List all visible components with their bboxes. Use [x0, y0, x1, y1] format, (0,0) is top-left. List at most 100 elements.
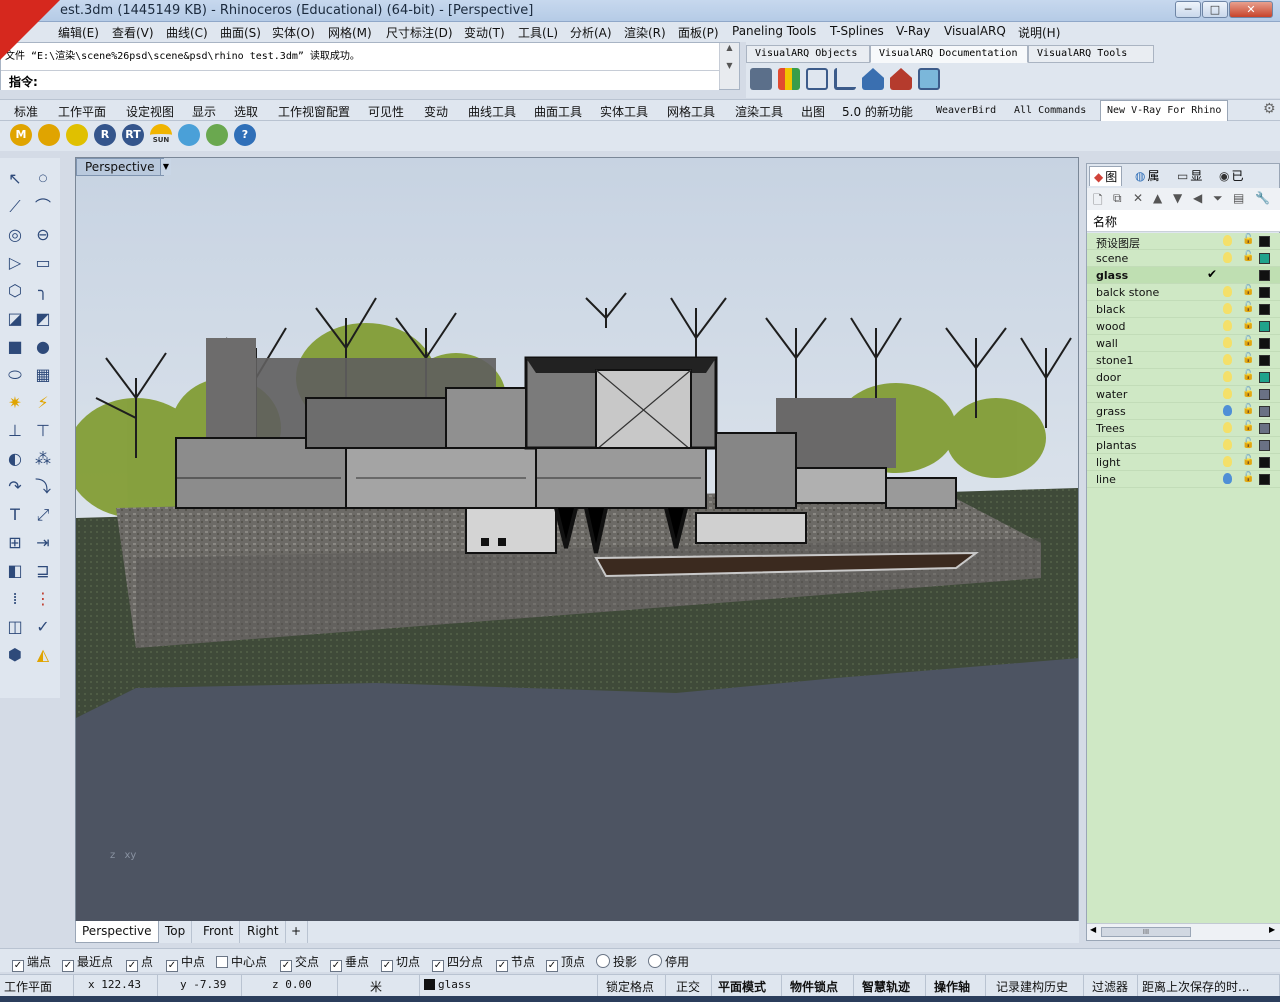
- layer-name[interactable]: black: [1096, 303, 1125, 316]
- solid-box-icon[interactable]: ◧: [4, 560, 26, 582]
- menu-item-0[interactable]: 编辑(E): [58, 24, 99, 41]
- grid-icon[interactable]: [778, 68, 800, 90]
- minimize-button[interactable]: ─: [1175, 1, 1201, 18]
- toolbar-tab-14[interactable]: 5.0 的新功能: [842, 103, 913, 120]
- layers-panel-tab-1[interactable]: ◍ 属: [1131, 166, 1164, 186]
- layer-name[interactable]: 预设图层: [1096, 235, 1140, 251]
- layer-name[interactable]: grass: [1096, 405, 1126, 418]
- light-bulb-icon[interactable]: [1223, 405, 1232, 416]
- lock-icon[interactable]: 🔓: [1242, 438, 1254, 449]
- status-layer[interactable]: glass: [420, 975, 598, 997]
- move-up-icon[interactable]: ▲: [1153, 191, 1162, 205]
- osnap-checkbox[interactable]: ✓: [381, 960, 393, 972]
- layer-name[interactable]: glass: [1096, 269, 1128, 282]
- view-tab-1[interactable]: Top: [159, 921, 193, 943]
- osnap-option[interactable]: 停用: [648, 953, 689, 970]
- layer-color-swatch[interactable]: [1259, 457, 1270, 468]
- box-icon[interactable]: ■: [4, 336, 26, 358]
- r-render-icon[interactable]: R: [94, 124, 116, 146]
- column-icon[interactable]: [806, 68, 828, 90]
- layer-name[interactable]: water: [1096, 388, 1127, 401]
- rotate-icon[interactable]: ↷: [4, 476, 26, 498]
- toolbar-tab-16[interactable]: All Commands: [1014, 105, 1086, 116]
- toolbar-tab-15[interactable]: WeaverBird: [936, 105, 996, 116]
- scroll-left-icon[interactable]: ◀: [1090, 925, 1096, 934]
- layer-color-swatch[interactable]: [1259, 304, 1270, 315]
- osnap-checkbox[interactable]: ✓: [126, 960, 138, 972]
- view-tab-2[interactable]: Front: [197, 921, 241, 943]
- light-bulb-icon[interactable]: [1223, 456, 1232, 467]
- scroll-right-icon[interactable]: ▶: [1269, 925, 1275, 934]
- layer-row[interactable]: glass ✔: [1087, 267, 1280, 284]
- layer-color-swatch[interactable]: [1259, 270, 1270, 281]
- light-icon[interactable]: [178, 124, 200, 146]
- layer-color-swatch[interactable]: [1259, 440, 1270, 451]
- light-bulb-icon[interactable]: [1223, 354, 1232, 365]
- material-icon[interactable]: [38, 124, 60, 146]
- layer-color-swatch[interactable]: [1259, 372, 1270, 383]
- lock-icon[interactable]: 🔓: [1242, 404, 1254, 415]
- layer-color-swatch[interactable]: [1259, 236, 1270, 247]
- light-bulb-icon[interactable]: [1223, 252, 1232, 263]
- close-button[interactable]: ✕: [1229, 1, 1273, 18]
- point-icon[interactable]: ○: [32, 168, 54, 190]
- menu-item-10[interactable]: 渲染(R): [624, 24, 666, 41]
- menu-item-3[interactable]: 曲面(S): [220, 24, 261, 41]
- circle-icon[interactable]: ◎: [4, 224, 26, 246]
- toolbar-tab-3[interactable]: 显示: [192, 103, 216, 120]
- toolbar-tab-6[interactable]: 可见性: [368, 103, 404, 120]
- layer-row[interactable]: 预设图层 🔓: [1087, 233, 1280, 250]
- visualarq-tab-0[interactable]: VisualARQ Objects: [746, 45, 870, 63]
- osnap-option[interactable]: ✓ 端点: [12, 953, 51, 972]
- status-smarttrack[interactable]: 智慧轨迹: [854, 975, 926, 997]
- polygon-icon[interactable]: ⬡: [4, 280, 26, 302]
- mirror-icon[interactable]: ⇥: [32, 532, 54, 554]
- layer-row[interactable]: stone1 🔓: [1087, 352, 1280, 369]
- rectangle-icon[interactable]: ▭: [32, 252, 54, 274]
- status-planar[interactable]: 平面模式: [712, 975, 782, 997]
- toolbar-tab-4[interactable]: 选取: [234, 103, 258, 120]
- osnap-checkbox[interactable]: ✓: [62, 960, 74, 972]
- light-bulb-icon[interactable]: [1223, 473, 1232, 484]
- toolbar-tab-13[interactable]: 出图: [801, 103, 825, 120]
- paint-icon[interactable]: ◭: [32, 644, 54, 666]
- layer-name[interactable]: plantas: [1096, 439, 1137, 452]
- m-icon[interactable]: M: [10, 124, 32, 146]
- scroll-thumb[interactable]: III: [1101, 927, 1191, 937]
- toolbar-tab-12[interactable]: 渲染工具: [735, 103, 783, 120]
- dimension-icon[interactable]: ⤢: [32, 504, 54, 526]
- ungroup-icon[interactable]: ⁂: [32, 448, 54, 470]
- view-tab-0[interactable]: Perspective: [75, 921, 159, 943]
- layer-name[interactable]: balck stone: [1096, 286, 1159, 299]
- toolbar-tab-9[interactable]: 曲面工具: [534, 103, 582, 120]
- toolbar-tab-5[interactable]: 工作视窗配置: [278, 103, 350, 120]
- layer-name[interactable]: light: [1096, 456, 1120, 469]
- contour-icon[interactable]: ⊒: [32, 560, 54, 582]
- layer-name[interactable]: scene: [1096, 252, 1128, 265]
- help-icon[interactable]: ?: [234, 124, 256, 146]
- menu-item-2[interactable]: 曲线(C): [166, 24, 208, 41]
- polyline-icon[interactable]: ⟋: [4, 196, 26, 218]
- layer-name[interactable]: wall: [1096, 337, 1118, 350]
- lock-icon[interactable]: 🔓: [1242, 251, 1254, 262]
- osnap-option[interactable]: 中心点: [216, 953, 267, 970]
- menu-item-12[interactable]: Paneling Tools: [732, 24, 816, 38]
- layer-name[interactable]: line: [1096, 473, 1116, 486]
- new-sublayer-icon[interactable]: ⧉: [1113, 191, 1122, 206]
- wrench-icon[interactable]: 🔧: [1255, 191, 1270, 205]
- lock-icon[interactable]: 🔓: [1242, 387, 1254, 398]
- layers-panel-tab-3[interactable]: ◉ 已: [1215, 166, 1248, 186]
- surface-icon[interactable]: ◪: [4, 308, 26, 330]
- osnap-option[interactable]: ✓ 节点: [496, 953, 535, 972]
- tag-icon[interactable]: [66, 124, 88, 146]
- osnap-option[interactable]: ✓ 交点: [280, 953, 319, 972]
- menu-item-5[interactable]: 网格(M): [328, 24, 372, 41]
- add-view-button[interactable]: +: [285, 921, 309, 943]
- layer-color-swatch[interactable]: [1259, 389, 1270, 400]
- light-bulb-icon[interactable]: [1223, 320, 1232, 331]
- menu-item-1[interactable]: 查看(V): [112, 24, 154, 41]
- command-input[interactable]: [45, 73, 705, 89]
- menu-item-6[interactable]: 尺寸标注(D): [386, 24, 453, 41]
- view-tab-3[interactable]: Right: [241, 921, 286, 943]
- visualarq-tab-2[interactable]: VisualARQ Tools: [1028, 45, 1154, 63]
